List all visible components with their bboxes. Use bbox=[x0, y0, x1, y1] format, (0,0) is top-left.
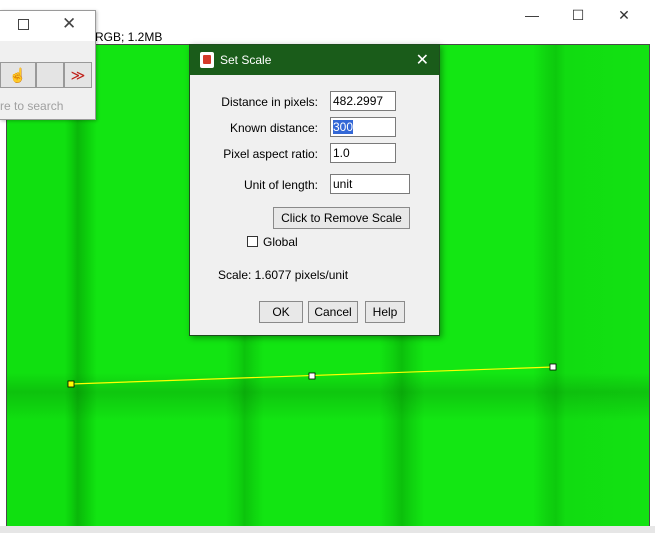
distance-pixels-field[interactable] bbox=[330, 91, 396, 111]
aspect-ratio-field[interactable] bbox=[330, 143, 396, 163]
image-info: RGB; 1.2MB bbox=[95, 30, 163, 44]
unit-length-field[interactable] bbox=[330, 174, 410, 194]
unit-length-label: Unit of length: bbox=[243, 178, 318, 192]
maximize-button[interactable]: ☐ bbox=[555, 4, 601, 26]
remove-scale-button[interactable]: Click to Remove Scale bbox=[273, 207, 410, 229]
window-controls: — ☐ ✕ bbox=[509, 4, 647, 26]
known-distance-field[interactable]: 300 bbox=[330, 117, 396, 137]
cancel-button[interactable]: Cancel bbox=[308, 301, 358, 323]
dialog-title: Set Scale bbox=[220, 53, 272, 67]
ok-button[interactable]: OK bbox=[259, 301, 303, 323]
minimize-button[interactable]: — bbox=[509, 4, 555, 26]
blank-tool-button[interactable] bbox=[36, 62, 64, 88]
toolbar-titlebar: ✕ bbox=[0, 11, 95, 41]
tool-row: ☝ ≫ bbox=[0, 62, 92, 88]
imagej-toolbar-window: ✕ ☝ ≫ re to search bbox=[0, 10, 96, 120]
close-icon[interactable]: ✕ bbox=[62, 14, 76, 34]
status-strip bbox=[0, 526, 655, 533]
help-button[interactable]: Help bbox=[365, 301, 405, 323]
known-distance-value: 300 bbox=[333, 120, 354, 134]
dialog-titlebar[interactable]: Set Scale ✕ bbox=[190, 45, 439, 75]
java-icon bbox=[200, 52, 214, 68]
distance-pixels-label: Distance in pixels: bbox=[221, 95, 318, 109]
aspect-ratio-label: Pixel aspect ratio: bbox=[223, 147, 318, 161]
command-search-input[interactable]: re to search bbox=[0, 99, 63, 113]
global-checkbox[interactable] bbox=[247, 236, 258, 247]
maximize-icon[interactable] bbox=[18, 19, 29, 30]
hand-tool-icon[interactable]: ☝ bbox=[0, 62, 36, 88]
close-icon[interactable]: ✕ bbox=[416, 50, 429, 70]
scale-readout: Scale: 1.6077 pixels/unit bbox=[218, 268, 349, 282]
known-distance-label: Known distance: bbox=[229, 121, 318, 135]
global-label: Global bbox=[263, 235, 298, 249]
set-scale-dialog: Set Scale ✕ Distance in pixels: Known di… bbox=[189, 44, 440, 336]
close-window-button[interactable]: ✕ bbox=[601, 4, 647, 26]
more-tools-icon[interactable]: ≫ bbox=[64, 62, 92, 88]
